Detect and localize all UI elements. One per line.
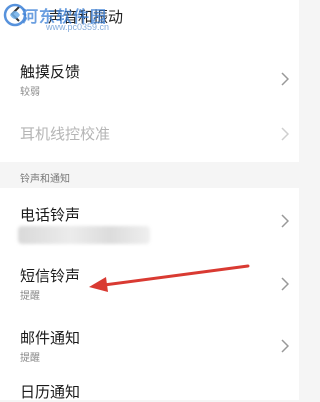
general-settings-card: 触摸反馈 较弱 耳机线控校准 xyxy=(0,40,299,162)
email-notification-label: 邮件通知 xyxy=(20,329,81,347)
redacted-phone-ringtone-value xyxy=(18,226,150,244)
sms-ringtone-value: 提醒 xyxy=(20,291,40,302)
chevron-right-icon xyxy=(281,214,289,228)
watermark-url: www.pc0359.cn xyxy=(46,22,110,32)
ringtone-settings-card: 电话铃声 短信铃声 提醒 邮件通知 提醒 日历通知 xyxy=(0,188,299,401)
earphone-calibration-row: 耳机线控校准 xyxy=(0,106,299,162)
phone-ringtone-label: 电话铃声 xyxy=(20,206,81,224)
earphone-calibration-label: 耳机线控校准 xyxy=(20,125,111,143)
email-notification-row[interactable]: 邮件通知 提醒 xyxy=(0,314,299,376)
chevron-right-icon xyxy=(281,277,289,291)
settings-page: 声音和振动 河东软件园 www.pc0359.cn 触摸反馈 较弱 耳机线控校准… xyxy=(0,0,299,401)
header-bar: 声音和振动 河东软件园 www.pc0359.cn xyxy=(0,0,299,40)
touch-feedback-value: 较弱 xyxy=(20,87,40,98)
email-notification-value: 提醒 xyxy=(20,353,40,364)
touch-feedback-row[interactable]: 触摸反馈 较弱 xyxy=(0,40,299,106)
calendar-notification-row[interactable]: 日历通知 xyxy=(0,376,299,401)
sms-ringtone-label: 短信铃声 xyxy=(20,267,81,285)
chevron-right-icon xyxy=(281,339,289,353)
calendar-notification-label: 日历通知 xyxy=(20,383,81,401)
chevron-right-icon xyxy=(281,127,289,141)
touch-feedback-label: 触摸反馈 xyxy=(20,63,81,81)
chevron-right-icon xyxy=(281,72,289,86)
sms-ringtone-row[interactable]: 短信铃声 提醒 xyxy=(0,252,299,314)
section-title-ringtones: 铃声和通知 xyxy=(20,174,70,185)
